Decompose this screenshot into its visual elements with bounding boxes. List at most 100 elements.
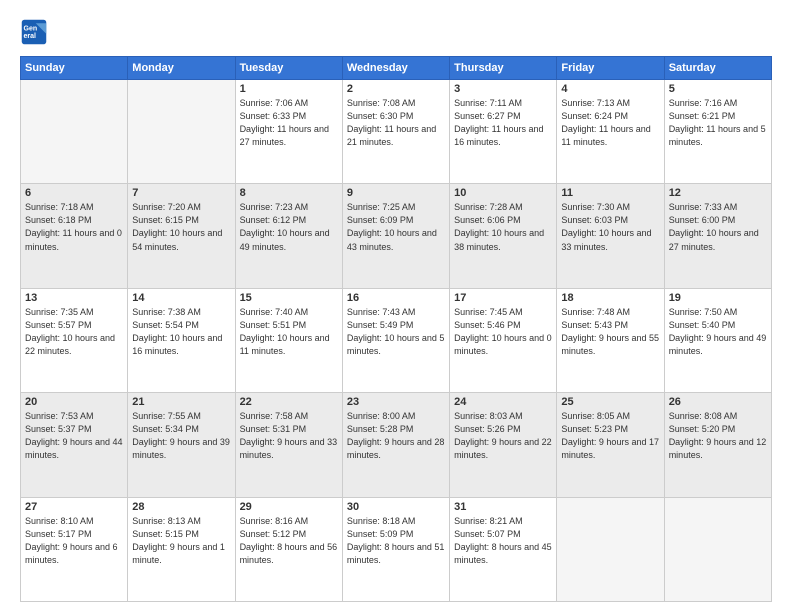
calendar-cell: 2Sunrise: 7:08 AMSunset: 6:30 PMDaylight… (342, 80, 449, 184)
day-info: Sunrise: 7:50 AMSunset: 5:40 PMDaylight:… (669, 306, 767, 358)
day-info: Sunrise: 7:48 AMSunset: 5:43 PMDaylight:… (561, 306, 659, 358)
day-number: 30 (347, 501, 445, 513)
calendar-cell: 19 Sunrise: 7:50 AMSunset: 5:40 PMDayligh… (664, 288, 771, 392)
calendar-week-row: 20 Sunrise: 7:53 AMSunset: 5:37 PMDayligh… (21, 393, 772, 497)
day-number: 1 (240, 83, 338, 95)
day-number: 17 (454, 292, 552, 304)
day-number: 3 (454, 83, 552, 95)
day-header-saturday: Saturday (664, 57, 771, 80)
day-number: 20 (25, 396, 123, 408)
day-header-wednesday: Wednesday (342, 57, 449, 80)
day-info: Sunrise: 8:18 AMSunset: 5:09 PMDaylight:… (347, 515, 445, 567)
page: Gen eral SundayMondayTuesdayWednesdayThu… (0, 0, 792, 612)
calendar-cell: 25 Sunrise: 8:05 AMSunset: 5:23 PMDayligh… (557, 393, 664, 497)
day-number: 24 (454, 396, 552, 408)
day-header-tuesday: Tuesday (235, 57, 342, 80)
calendar-cell: 13 Sunrise: 7:35 AMSunset: 5:57 PMDayligh… (21, 288, 128, 392)
day-info: Sunrise: 7:30 AMSunset: 6:03 PMDaylight:… (561, 201, 659, 253)
calendar-week-row: 27 Sunrise: 8:10 AMSunset: 5:17 PMDayligh… (21, 497, 772, 601)
day-number: 4 (561, 83, 659, 95)
calendar-cell: 6 Sunrise: 7:18 AMSunset: 6:18 PMDaylight… (21, 184, 128, 288)
day-info: Sunrise: 7:43 AMSunset: 5:49 PMDaylight:… (347, 306, 445, 358)
day-info: Sunrise: 8:13 AMSunset: 5:15 PMDaylight:… (132, 515, 230, 567)
day-info: Sunrise: 7:20 AMSunset: 6:15 PMDaylight:… (132, 201, 230, 253)
calendar-cell: 22Sunrise: 7:58 AMSunset: 5:31 PMDayligh… (235, 393, 342, 497)
day-info: Sunrise: 7:16 AMSunset: 6:21 PMDaylight:… (669, 97, 767, 149)
day-number: 31 (454, 501, 552, 513)
calendar-cell: 7 Sunrise: 7:20 AMSunset: 6:15 PMDaylight… (128, 184, 235, 288)
calendar-header-row: SundayMondayTuesdayWednesdayThursdayFrid… (21, 57, 772, 80)
calendar-cell: 9Sunrise: 7:25 AMSunset: 6:09 PMDaylight… (342, 184, 449, 288)
day-info: Sunrise: 7:18 AMSunset: 6:18 PMDaylight:… (25, 201, 123, 253)
svg-text:eral: eral (24, 33, 37, 40)
calendar-cell: 3 Sunrise: 7:11 AMSunset: 6:27 PMDaylight… (450, 80, 557, 184)
calendar-cell: 16 Sunrise: 7:43 AMSunset: 5:49 PMDayligh… (342, 288, 449, 392)
day-number: 27 (25, 501, 123, 513)
day-info: Sunrise: 7:11 AMSunset: 6:27 PMDaylight:… (454, 97, 552, 149)
calendar-table: SundayMondayTuesdayWednesdayThursdayFrid… (20, 56, 772, 602)
day-header-sunday: Sunday (21, 57, 128, 80)
day-info: Sunrise: 8:08 AMSunset: 5:20 PMDaylight:… (669, 410, 767, 462)
day-number: 23 (347, 396, 445, 408)
calendar-cell: 31 Sunrise: 8:21 AMSunset: 5:07 PMDayligh… (450, 497, 557, 601)
day-number: 15 (240, 292, 338, 304)
day-number: 11 (561, 187, 659, 199)
day-info: Sunrise: 7:06 AMSunset: 6:33 PMDaylight:… (240, 97, 338, 149)
calendar-cell: 30 Sunrise: 8:18 AMSunset: 5:09 PMDayligh… (342, 497, 449, 601)
day-info: Sunrise: 7:33 AMSunset: 6:00 PMDaylight:… (669, 201, 767, 253)
day-number: 13 (25, 292, 123, 304)
calendar-cell (664, 497, 771, 601)
day-info: Sunrise: 7:55 AMSunset: 5:34 PMDaylight:… (132, 410, 230, 462)
calendar-week-row: 6 Sunrise: 7:18 AMSunset: 6:18 PMDaylight… (21, 184, 772, 288)
calendar-cell: 20 Sunrise: 7:53 AMSunset: 5:37 PMDayligh… (21, 393, 128, 497)
calendar-cell: 5 Sunrise: 7:16 AMSunset: 6:21 PMDaylight… (664, 80, 771, 184)
day-number: 5 (669, 83, 767, 95)
calendar-week-row: 1 Sunrise: 7:06 AMSunset: 6:33 PMDaylight… (21, 80, 772, 184)
logo: Gen eral (20, 18, 52, 46)
calendar-cell: 4 Sunrise: 7:13 AMSunset: 6:24 PMDaylight… (557, 80, 664, 184)
day-number: 10 (454, 187, 552, 199)
calendar-cell (128, 80, 235, 184)
calendar-cell: 26 Sunrise: 8:08 AMSunset: 5:20 PMDayligh… (664, 393, 771, 497)
logo-icon: Gen eral (20, 18, 48, 46)
calendar-week-row: 13 Sunrise: 7:35 AMSunset: 5:57 PMDayligh… (21, 288, 772, 392)
day-info: Sunrise: 7:23 AMSunset: 6:12 PMDaylight:… (240, 201, 338, 253)
calendar-cell: 28Sunrise: 8:13 AMSunset: 5:15 PMDayligh… (128, 497, 235, 601)
calendar-cell: 17 Sunrise: 7:45 AMSunset: 5:46 PMDayligh… (450, 288, 557, 392)
day-number: 8 (240, 187, 338, 199)
calendar-cell: 11 Sunrise: 7:30 AMSunset: 6:03 PMDayligh… (557, 184, 664, 288)
day-number: 26 (669, 396, 767, 408)
day-number: 2 (347, 83, 445, 95)
day-header-thursday: Thursday (450, 57, 557, 80)
day-number: 7 (132, 187, 230, 199)
calendar-cell: 15 Sunrise: 7:40 AMSunset: 5:51 PMDayligh… (235, 288, 342, 392)
day-info: Sunrise: 7:53 AMSunset: 5:37 PMDaylight:… (25, 410, 123, 462)
day-info: Sunrise: 8:03 AMSunset: 5:26 PMDaylight:… (454, 410, 552, 462)
day-info: Sunrise: 8:21 AMSunset: 5:07 PMDaylight:… (454, 515, 552, 567)
day-number: 12 (669, 187, 767, 199)
day-info: Sunrise: 7:40 AMSunset: 5:51 PMDaylight:… (240, 306, 338, 358)
calendar-cell: 18 Sunrise: 7:48 AMSunset: 5:43 PMDayligh… (557, 288, 664, 392)
day-info: Sunrise: 7:13 AMSunset: 6:24 PMDaylight:… (561, 97, 659, 149)
calendar-cell: 10 Sunrise: 7:28 AMSunset: 6:06 PMDayligh… (450, 184, 557, 288)
calendar-cell: 8 Sunrise: 7:23 AMSunset: 6:12 PMDaylight… (235, 184, 342, 288)
day-number: 6 (25, 187, 123, 199)
day-number: 29 (240, 501, 338, 513)
day-info: Sunrise: 7:35 AMSunset: 5:57 PMDaylight:… (25, 306, 123, 358)
day-number: 16 (347, 292, 445, 304)
day-info: Sunrise: 8:05 AMSunset: 5:23 PMDaylight:… (561, 410, 659, 462)
calendar-cell: 14Sunrise: 7:38 AMSunset: 5:54 PMDayligh… (128, 288, 235, 392)
day-info: Sunrise: 8:10 AMSunset: 5:17 PMDaylight:… (25, 515, 123, 567)
calendar-cell: 23Sunrise: 8:00 AMSunset: 5:28 PMDayligh… (342, 393, 449, 497)
day-header-monday: Monday (128, 57, 235, 80)
day-number: 18 (561, 292, 659, 304)
calendar-cell (21, 80, 128, 184)
day-info: Sunrise: 7:28 AMSunset: 6:06 PMDaylight:… (454, 201, 552, 253)
day-number: 25 (561, 396, 659, 408)
day-number: 21 (132, 396, 230, 408)
day-number: 14 (132, 292, 230, 304)
day-info: Sunrise: 7:45 AMSunset: 5:46 PMDaylight:… (454, 306, 552, 358)
day-number: 19 (669, 292, 767, 304)
calendar-cell (557, 497, 664, 601)
day-info: Sunrise: 8:16 AMSunset: 5:12 PMDaylight:… (240, 515, 338, 567)
